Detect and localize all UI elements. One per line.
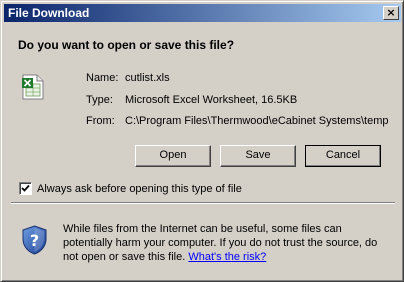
window-title: File Download: [8, 6, 90, 20]
divider-highlight: [11, 203, 395, 204]
checkmark-icon: [21, 184, 30, 192]
file-name-label: Name:: [86, 72, 119, 84]
always-ask-checkbox[interactable]: [19, 182, 32, 195]
always-ask-label[interactable]: Always ask before opening this type of f…: [37, 183, 242, 195]
file-source-value: C:\Program Files\Thermwood\eCabinet Syst…: [125, 115, 389, 127]
file-download-dialog: File Download × Do you want to open or s…: [0, 0, 404, 282]
file-source-label: From:: [86, 115, 115, 127]
svg-text:?: ?: [30, 231, 39, 250]
open-button[interactable]: Open: [135, 145, 211, 167]
file-type-label: Type:: [86, 94, 113, 106]
title-bar[interactable]: File Download ×: [4, 4, 401, 22]
cancel-button[interactable]: Cancel: [305, 145, 381, 167]
file-name-value: cutlist.xls: [125, 72, 170, 84]
dialog-question: Do you want to open or save this file?: [18, 38, 235, 52]
save-button[interactable]: Save: [220, 145, 296, 167]
excel-file-icon: [22, 74, 44, 100]
whats-the-risk-link[interactable]: What's the risk?: [188, 251, 266, 263]
security-warning: While files from the Internet can be use…: [63, 222, 393, 264]
file-type-value: Microsoft Excel Worksheet, 16.5KB: [125, 94, 298, 106]
close-button[interactable]: ×: [383, 6, 399, 20]
security-shield-icon: ?: [21, 225, 48, 255]
